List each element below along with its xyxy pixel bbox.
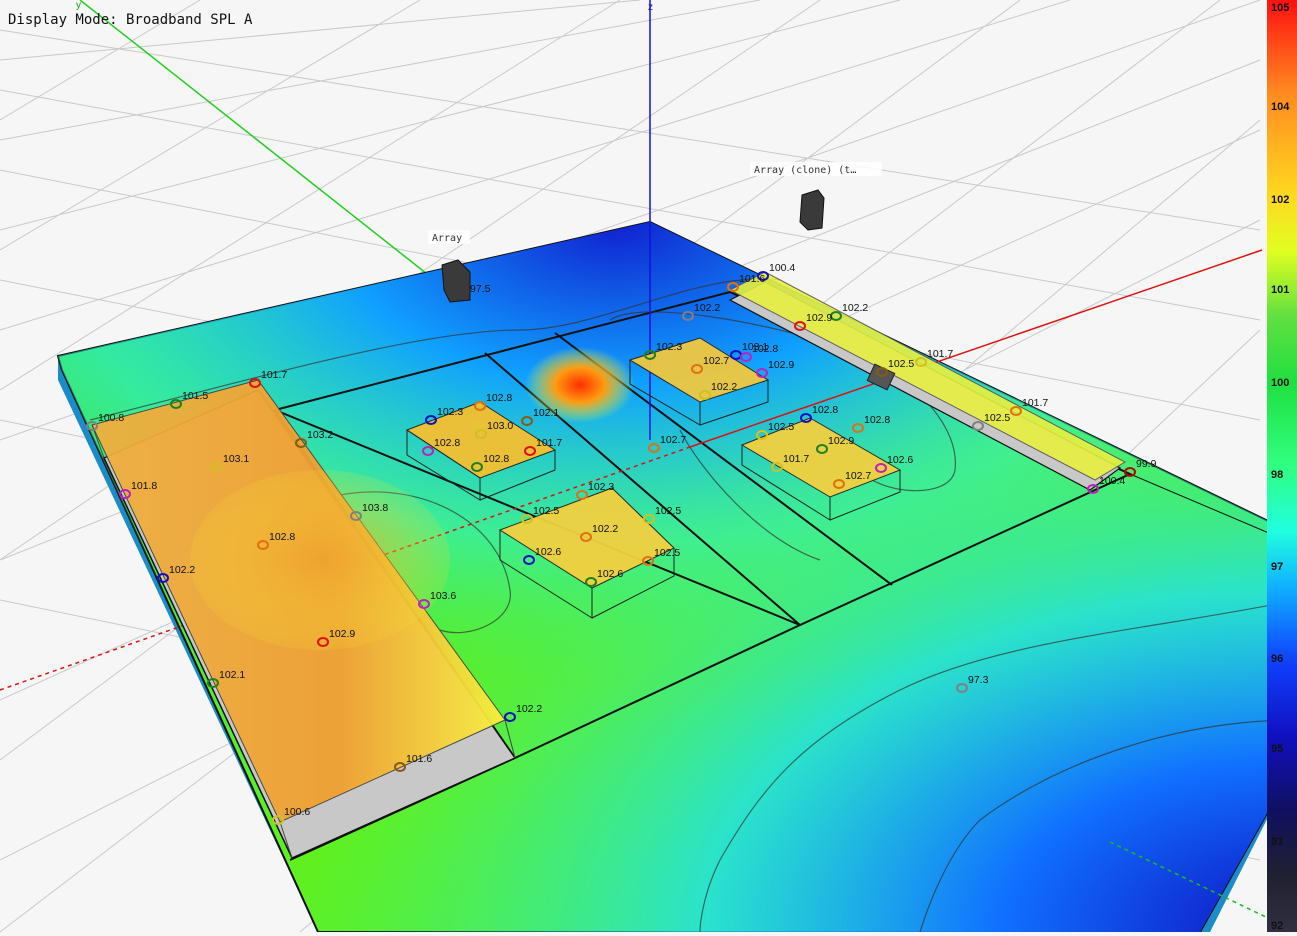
measurement-point-value: 102.6 — [597, 568, 623, 580]
measurement-point-value: 102.8 — [812, 404, 838, 416]
measurement-point-value: 102.8 — [752, 343, 778, 355]
svg-text:Array: Array — [432, 233, 462, 244]
measurement-point-value: 101.6 — [739, 273, 765, 285]
measurement-point-value: 102.6 — [535, 546, 561, 558]
measurement-point-value: 103.8 — [362, 502, 388, 514]
measurement-point-value: 102.8 — [269, 531, 295, 543]
colorbar-tick-label: 100 — [1271, 377, 1290, 389]
measurement-point-value: 102.3 — [588, 481, 614, 493]
svg-text:Array (clone) (t…: Array (clone) (t… — [754, 165, 856, 176]
spl-colorbar — [1267, 0, 1297, 932]
measurement-point-value: 102.2 — [694, 302, 720, 314]
colorbar-tick-label: 104 — [1271, 101, 1290, 113]
source-label-array-clone: Array (clone) (t… — [750, 162, 882, 176]
measurement-point-value: 103.1 — [223, 453, 249, 465]
measurement-point-value: 102.8 — [434, 437, 460, 449]
colorbar-tick-label: 93 — [1271, 836, 1284, 848]
measurement-point-value: 102.3 — [437, 406, 463, 418]
speaker-array-clone-icon[interactable] — [799, 189, 825, 231]
measurement-point-value: 102.8 — [483, 453, 509, 465]
3d-viewport[interactable]: Array Array (clone) (t… 97.5 100.4 101.6 1… — [0, 0, 1297, 933]
measurement-point-value: 102.2 — [711, 381, 737, 393]
z-axis-label: z — [648, 2, 653, 13]
measurement-point-value: 102.5 — [768, 421, 794, 433]
measurement-point-value: 101.5 — [182, 390, 208, 402]
measurement-point-value: 102.7 — [660, 434, 686, 446]
measurement-point-value: 101.7 — [1022, 397, 1048, 409]
measurement-point-value: 101.7 — [536, 437, 562, 449]
colorbar-tick-label: 101 — [1271, 284, 1290, 296]
colorbar-tick-label: 105 — [1271, 2, 1290, 14]
measurement-point-value: 102.5 — [984, 412, 1010, 424]
measurement-point-value: 102.2 — [516, 703, 542, 715]
y-axis-label: y — [76, 0, 81, 11]
measurement-point-value: 102.5 — [655, 505, 681, 517]
measurement-point-value: 102.3 — [656, 341, 682, 353]
measurement-point-value: 102.2 — [842, 302, 868, 314]
measurement-point-value: 102.1 — [219, 669, 245, 681]
measurement-point-value: 100.4 — [769, 262, 795, 274]
measurement-point-value: 102.6 — [887, 454, 913, 466]
colorbar-tick-label: 97 — [1271, 561, 1284, 573]
colorbar-tick-label: 102 — [1271, 194, 1290, 206]
colorbar-tick-label: 98 — [1271, 469, 1284, 481]
measurement-point-value: 102.7 — [703, 355, 729, 367]
measurement-point-value: 103.0 — [487, 420, 513, 432]
measurement-point-value: 102.5 — [654, 547, 680, 559]
measurement-point-value: 100.8 — [98, 412, 124, 424]
measurement-point-value: 102.7 — [845, 470, 871, 482]
measurement-point-value: 102.9 — [806, 312, 832, 324]
display-mode-label: Display Mode: Broadband SPL A — [8, 12, 253, 28]
measurement-point-value: 100.6 — [284, 806, 310, 818]
measurement-point-value: 101.6 — [406, 753, 432, 765]
scene-svg: Array Array (clone) (t… 97.5 100.4 101.6 1… — [0, 0, 1297, 933]
measurement-point-value: 101.8 — [131, 480, 157, 492]
source-label-array: Array — [428, 230, 470, 244]
colorbar-tick-label: 96 — [1271, 653, 1284, 665]
source-value: 97.5 — [470, 283, 491, 295]
measurement-point-value: 99.9 — [1136, 458, 1157, 470]
y-axis-line — [79, 0, 461, 301]
measurement-point-value: 102.2 — [592, 523, 618, 535]
measurement-point-value: 102.5 — [533, 505, 559, 517]
measurement-point-value: 102.1 — [533, 407, 559, 419]
colorbar-tick-label: 95 — [1271, 743, 1284, 755]
measurement-point-value: 101.7 — [261, 369, 287, 381]
measurement-point-value: 100.4 — [1099, 475, 1125, 487]
measurement-point-value: 97.3 — [968, 674, 989, 686]
measurement-point-value: 102.9 — [768, 359, 794, 371]
measurement-point-value: 101.7 — [927, 348, 953, 360]
measurement-point-value: 102.2 — [169, 564, 195, 576]
measurement-point-value: 102.8 — [864, 414, 890, 426]
colorbar-tick-label: 92 — [1271, 920, 1284, 932]
measurement-point-value: 102.8 — [486, 392, 512, 404]
measurement-point-value: 103.2 — [307, 429, 333, 441]
measurement-point-value: 101.7 — [783, 453, 809, 465]
measurement-point-value: 102.9 — [828, 435, 854, 447]
measurement-point-value: 102.5 — [888, 358, 914, 370]
measurement-point-value: 103.6 — [430, 590, 456, 602]
measurement-point-value: 102.9 — [329, 628, 355, 640]
